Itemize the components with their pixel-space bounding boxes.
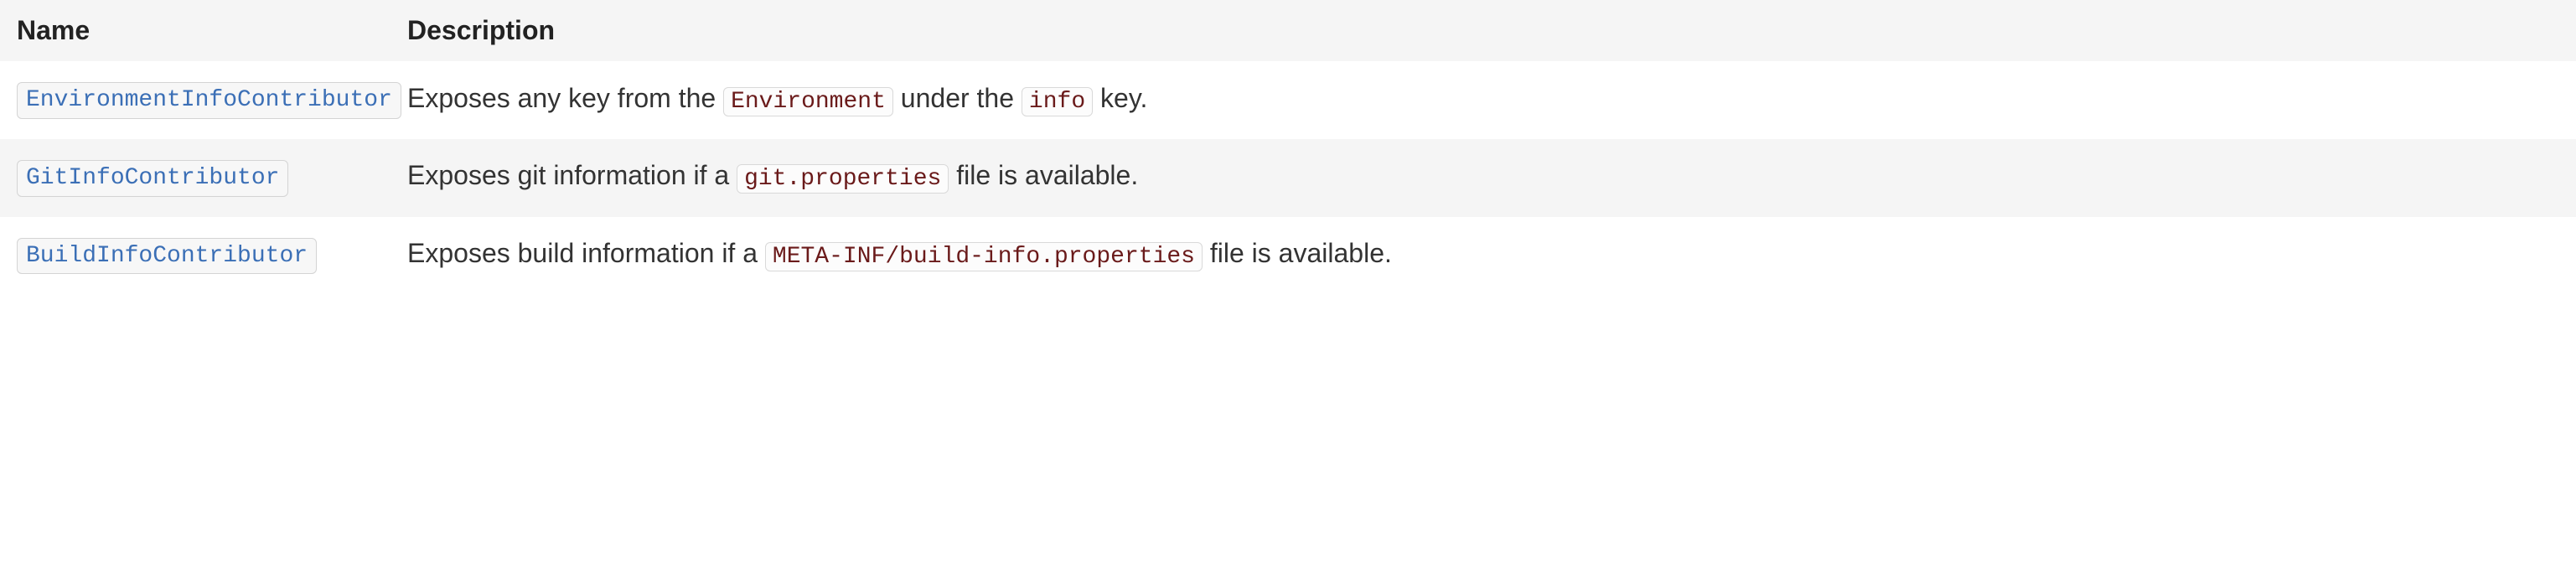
- cell-name: EnvironmentInfoContributor: [0, 61, 391, 139]
- column-header-description: Description: [391, 0, 2576, 61]
- table-row: EnvironmentInfoContributor Exposes any k…: [0, 61, 2576, 139]
- cell-description: Exposes build information if a META-INF/…: [391, 217, 2576, 295]
- code-git-properties: git.properties: [737, 164, 949, 194]
- desc-text: under the: [893, 83, 1022, 113]
- desc-text: key.: [1093, 83, 1147, 113]
- api-link-build-info-contributor[interactable]: BuildInfoContributor: [17, 238, 317, 275]
- desc-text: file is available.: [1203, 238, 1392, 268]
- desc-text: Exposes any key from the: [407, 83, 723, 113]
- desc-text: Exposes git information if a: [407, 160, 737, 190]
- table-header-row: Name Description: [0, 0, 2576, 61]
- desc-text: file is available.: [949, 160, 1138, 190]
- column-header-name: Name: [0, 0, 391, 61]
- cell-name: GitInfoContributor: [0, 139, 391, 217]
- table-row: BuildInfoContributor Exposes build infor…: [0, 217, 2576, 295]
- code-build-info-properties: META-INF/build-info.properties: [765, 242, 1203, 271]
- cell-description: Exposes git information if a git.propert…: [391, 139, 2576, 217]
- info-contributors-table: Name Description EnvironmentInfoContribu…: [0, 0, 2576, 294]
- api-link-environment-info-contributor[interactable]: EnvironmentInfoContributor: [17, 82, 401, 119]
- code-environment: Environment: [723, 87, 893, 116]
- cell-name: BuildInfoContributor: [0, 217, 391, 295]
- code-info: info: [1022, 87, 1093, 116]
- table-row: GitInfoContributor Exposes git informati…: [0, 139, 2576, 217]
- desc-text: Exposes build information if a: [407, 238, 765, 268]
- api-link-git-info-contributor[interactable]: GitInfoContributor: [17, 160, 288, 197]
- cell-description: Exposes any key from the Environment und…: [391, 61, 2576, 139]
